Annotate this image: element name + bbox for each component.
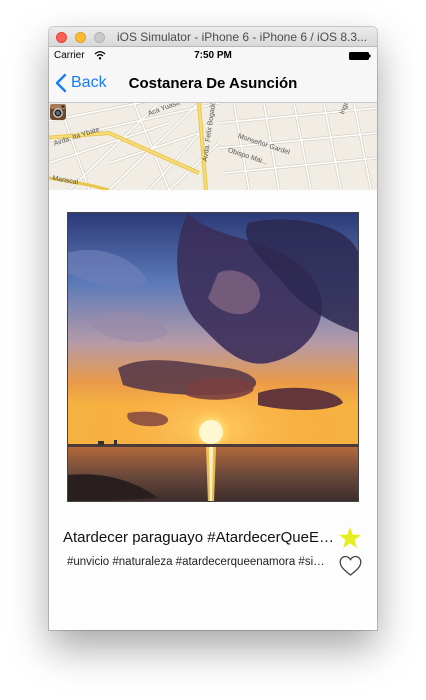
location-map[interactable]: Avda. Ita Ybate Aca Yuasa Avda. Felix Bo… xyxy=(49,103,377,190)
post-title: Atardecer paraguayo #AtardecerQueE… xyxy=(63,529,334,546)
post-content: Atardecer paraguayo #AtardecerQueE… #unv… xyxy=(49,190,377,630)
heart-icon[interactable] xyxy=(339,555,362,577)
back-label: Back xyxy=(71,74,107,91)
zoom-window-button[interactable] xyxy=(94,32,105,43)
status-time: 7:50 PM xyxy=(194,50,232,61)
back-button[interactable]: Back xyxy=(55,72,107,94)
navigation-bar: Back Costanera De Asunción xyxy=(49,64,377,103)
close-window-button[interactable] xyxy=(56,32,67,43)
window-title: iOS Simulator - iPhone 6 - iPhone 6 / iO… xyxy=(116,30,368,44)
page-title: Costanera De Asunción xyxy=(128,75,298,92)
window-titlebar[interactable]: iOS Simulator - iPhone 6 - iPhone 6 / iO… xyxy=(49,27,377,47)
status-bar: Carrier 7:50 PM xyxy=(49,47,377,64)
sunset-photo-image xyxy=(68,213,358,501)
simulator-window: iOS Simulator - iPhone 6 - iPhone 6 / iO… xyxy=(49,27,377,630)
battery-icon xyxy=(349,52,371,60)
minimize-window-button[interactable] xyxy=(75,32,86,43)
star-icon[interactable] xyxy=(338,526,362,549)
instagram-icon[interactable] xyxy=(49,103,67,121)
post-hashtags: #unvicio #naturaleza #atardecerqueenamor… xyxy=(67,556,325,568)
post-photo[interactable] xyxy=(67,212,359,502)
chevron-left-icon xyxy=(55,73,67,93)
